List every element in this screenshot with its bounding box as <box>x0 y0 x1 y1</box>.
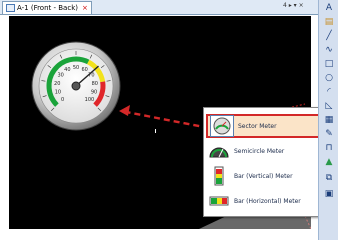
gauge-tick-label: 50 <box>73 65 79 71</box>
rectangle-tool-icon[interactable]: □ <box>321 58 337 70</box>
text-tool-icon[interactable]: A <box>321 2 337 14</box>
menu-item-semicircle-meter[interactable]: Semicircle Meter <box>206 139 332 163</box>
gauge-tick-label: 20 <box>54 81 60 87</box>
folder-icon[interactable]: ▤ <box>321 16 337 28</box>
menu-item-label: Bar (Horizontal) Meter <box>234 197 301 205</box>
bar-horizontal-meter-icon <box>208 191 230 211</box>
meter-type-menu: Sector Meter Semicircle Meter Bar (Verti… <box>203 107 335 217</box>
sector-tool-icon[interactable]: ◺ <box>321 100 337 112</box>
tab-screen-a1[interactable]: A-1 (Front - Back) × <box>2 1 92 14</box>
line-tool-icon[interactable]: ╱ <box>321 30 337 42</box>
menu-item-label: Sector Meter <box>238 122 277 130</box>
bar-vertical-meter-icon <box>208 166 230 186</box>
screen-icon <box>6 4 15 12</box>
gauge-tick-label: 30 <box>57 73 63 79</box>
drawing-toolbar: A ▤ ╱ ∿ □ ○ ◜ ◺ ▦ ✎ ⊓ ▲ ⧉ ▣ <box>318 0 338 240</box>
tab-title: A-1 (Front - Back) <box>17 4 78 12</box>
gauge-tick-label: 100 <box>85 97 95 103</box>
lamp-tool-icon[interactable]: ▲ <box>321 156 337 168</box>
tab-close-icon[interactable]: × <box>82 2 88 14</box>
gauge-tick-label: 80 <box>92 81 98 87</box>
gauge-tick-label: 40 <box>64 67 70 73</box>
arc-tool-icon[interactable]: ◜ <box>321 86 337 98</box>
gauge-hub <box>71 81 81 91</box>
menu-item-label: Bar (Vertical) Meter <box>234 172 293 180</box>
gauge-tick-label: 60 <box>81 67 87 73</box>
tab-bar: A-1 (Front - Back) × 4 ▸ ▾ × <box>0 0 318 15</box>
menu-item-bar-horizontal-meter[interactable]: Bar (Horizontal) Meter <box>206 189 332 213</box>
sector-meter-icon <box>210 115 234 137</box>
semicircle-meter-icon <box>208 141 230 161</box>
menu-item-sector-meter[interactable]: Sector Meter <box>206 114 332 138</box>
pen-tool-icon[interactable]: ✎ <box>321 128 337 140</box>
grid-tool-icon[interactable]: ▦ <box>321 114 337 126</box>
sector-meter-gauge[interactable]: 010203040 50 60708090100 <box>31 41 121 131</box>
switch-tool-icon[interactable]: ⧉ <box>321 172 337 184</box>
tab-controls[interactable]: 4 ▸ ▾ × <box>283 2 304 9</box>
gauge-tick-label: 0 <box>61 97 64 103</box>
gauge-tick-label: 90 <box>91 90 97 96</box>
circle-tool-icon[interactable]: ○ <box>321 72 337 84</box>
menu-item-bar-vertical-meter[interactable]: Bar (Vertical) Meter <box>206 164 332 188</box>
pipe-tool-icon[interactable]: ⊓ <box>321 142 337 154</box>
polyline-tool-icon[interactable]: ∿ <box>321 44 337 56</box>
stack-tool-icon[interactable]: ▣ <box>321 188 337 200</box>
menu-item-label: Semicircle Meter <box>234 147 285 155</box>
gauge-tick-label: 10 <box>55 90 61 96</box>
